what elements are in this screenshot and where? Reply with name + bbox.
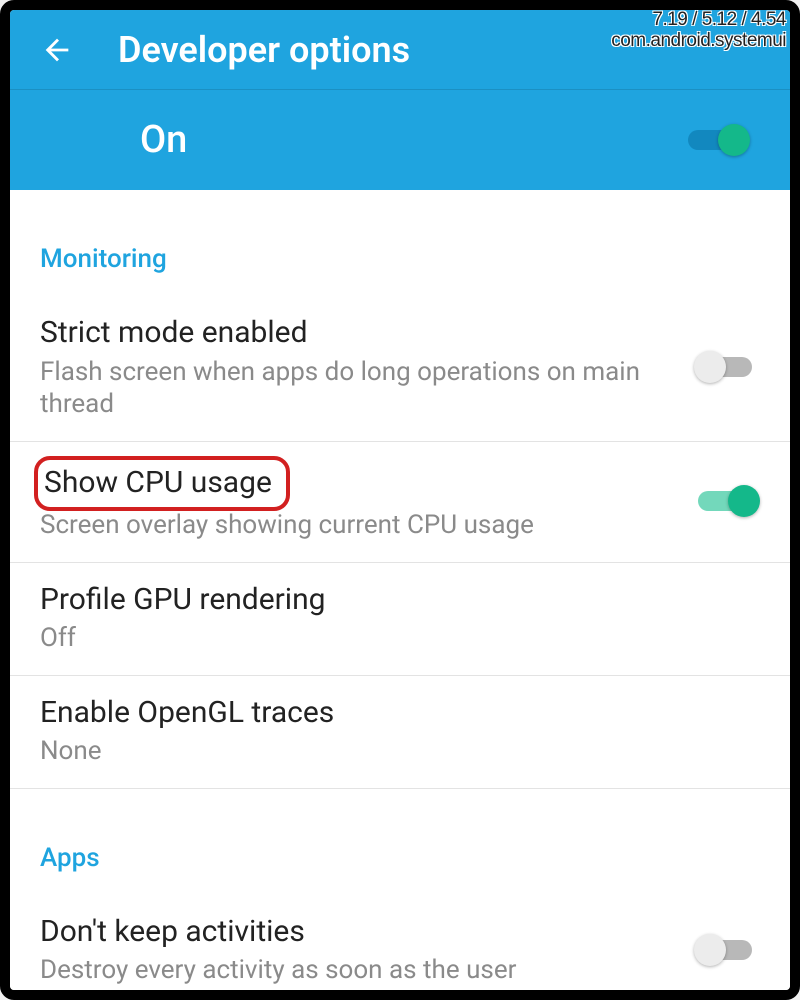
setting-enable-opengl-traces[interactable]: Enable OpenGL traces None [10, 676, 790, 789]
setting-strict-mode[interactable]: Strict mode enabled Flash screen when ap… [10, 296, 790, 442]
cpu-process-line: com.android.systemui [611, 31, 786, 52]
setting-subtitle: Off [40, 622, 740, 655]
setting-subtitle: Flash screen when apps do long operation… [40, 356, 674, 421]
section-header-apps: Apps [10, 789, 790, 895]
strict-mode-toggle[interactable] [694, 351, 760, 383]
highlight-annotation: Show CPU usage [34, 456, 290, 512]
setting-title: Don't keep activities [40, 913, 674, 951]
setting-subtitle: None [40, 735, 740, 768]
master-toggle-label: On [140, 118, 187, 162]
setting-profile-gpu-rendering[interactable]: Profile GPU rendering Off [10, 563, 790, 676]
cpu-usage-overlay: 7.19 / 5.12 / 4.54 com.android.systemui [611, 10, 786, 52]
setting-subtitle: Destroy every activity as soon as the us… [40, 954, 674, 987]
show-cpu-usage-toggle[interactable] [694, 485, 760, 517]
setting-subtitle: Screen overlay showing current CPU usage [40, 509, 674, 542]
master-toggle-row[interactable]: On [10, 90, 790, 190]
setting-show-cpu-usage[interactable]: Show CPU usage Screen overlay showing cu… [10, 442, 790, 563]
cpu-load-line: 7.19 / 5.12 / 4.54 [611, 10, 786, 31]
setting-dont-keep-activities[interactable]: Don't keep activities Destroy every acti… [10, 895, 790, 1000]
arrow-back-icon [40, 33, 74, 67]
section-header-monitoring: Monitoring [10, 190, 790, 296]
setting-title: Profile GPU rendering [40, 581, 740, 619]
page-title: Developer options [118, 29, 410, 71]
setting-title: Enable OpenGL traces [40, 694, 740, 732]
dont-keep-activities-toggle[interactable] [694, 934, 760, 966]
setting-title: Strict mode enabled [40, 314, 674, 352]
master-toggle[interactable] [684, 124, 750, 156]
back-button[interactable] [40, 33, 74, 67]
setting-title: Show CPU usage [40, 460, 674, 506]
